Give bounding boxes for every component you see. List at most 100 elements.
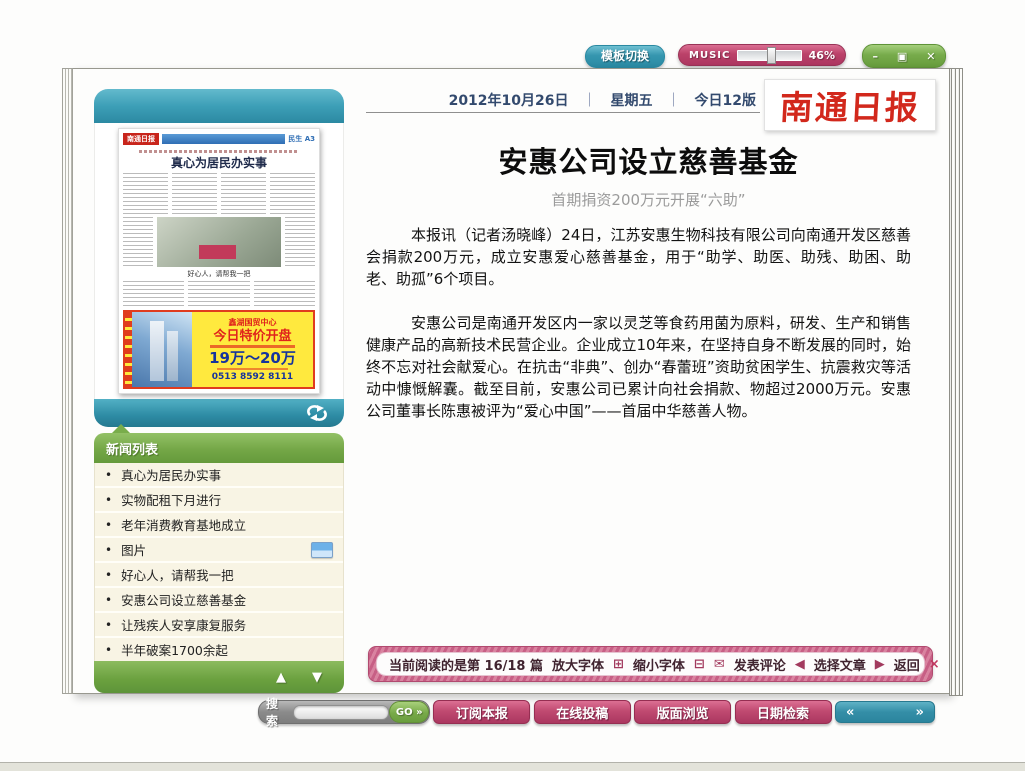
news-item[interactable]: • 半年破案1700余起 xyxy=(95,638,343,661)
bullet-icon: • xyxy=(105,518,112,532)
bullet-icon: • xyxy=(105,493,112,507)
refresh-icon[interactable] xyxy=(304,404,330,422)
ad-rule-2 xyxy=(217,368,287,370)
preview-body: 南通日报 民生 A3 真心为居民办实事 好心人，请帮我一把 xyxy=(94,123,344,399)
article-title: 安惠公司设立慈善基金 xyxy=(366,139,931,181)
news-item[interactable]: • 老年消费教育基地成立 xyxy=(95,513,343,538)
edition-text: 今日12版 xyxy=(695,90,756,110)
close-article-icon[interactable]: × xyxy=(929,657,940,672)
news-item-label: 老年消费教育基地成立 xyxy=(121,515,246,534)
ad-phone: 0513 8592 8111 xyxy=(212,372,293,382)
reading-progress-label: 当前阅读的是第 16/18 篇 xyxy=(389,655,543,674)
news-item-label: 实物配租下月进行 xyxy=(121,490,221,509)
thumbnail-text-columns-2 xyxy=(123,281,315,306)
zoom-out-icon[interactable]: ⊟ xyxy=(694,657,705,672)
maximize-button[interactable]: ▣ xyxy=(897,50,907,63)
next-article-icon[interactable]: ▶ xyxy=(875,657,885,672)
news-item-photo[interactable]: • 图片 xyxy=(95,538,343,563)
news-item-label: 好心人，请帮我一把 xyxy=(121,565,234,584)
article-area: 2012年10月26日 ｜ 星期五 ｜ 今日12版 南通日报 安惠公司设立慈善基… xyxy=(366,87,931,444)
reading-toolbar-inner: 当前阅读的是第 16/18 篇 放大字体 ⊞ 缩小字体 ⊟ ✉ 发表评论 ◀ 选… xyxy=(376,652,925,676)
news-item[interactable]: • 真心为居民办实事 xyxy=(95,463,343,488)
news-item[interactable]: • 让残疾人安享康复服务 xyxy=(95,613,343,638)
search-input[interactable] xyxy=(293,705,389,720)
bullet-icon: • xyxy=(105,593,112,607)
news-item-label: 安惠公司设立慈善基金 xyxy=(121,590,246,609)
preview-footer-bar xyxy=(94,399,344,427)
photo-icon xyxy=(311,542,333,558)
subscribe-button[interactable]: 订阅本报 xyxy=(433,700,530,724)
music-label: MUSIC xyxy=(689,50,730,61)
date-bar: 2012年10月26日 ｜ 星期五 ｜ 今日12版 xyxy=(366,87,760,113)
window-controls: – ▣ ✕ xyxy=(862,44,946,68)
thumbnail-header-bar xyxy=(162,134,285,144)
select-article-button[interactable]: 选择文章 xyxy=(814,655,866,674)
zoom-in-icon[interactable]: ⊞ xyxy=(613,657,624,672)
news-list-title: 新闻列表 xyxy=(94,433,344,463)
music-slider-track[interactable] xyxy=(737,50,801,61)
music-slider-thumb[interactable] xyxy=(767,47,776,64)
zoom-out-button[interactable]: 缩小字体 xyxy=(633,655,685,674)
bottom-edge-bar xyxy=(0,762,1025,771)
bottom-toolbar: 搜索 GO » 订阅本报 在线投稿 版面浏览 日期检索 « » xyxy=(258,700,935,724)
newspaper-thumbnail[interactable]: 南通日报 民生 A3 真心为居民办实事 好心人，请帮我一把 xyxy=(118,128,320,394)
news-item-label: 真心为居民办实事 xyxy=(121,465,221,484)
scroll-up-icon[interactable]: ▲ xyxy=(276,670,286,685)
bullet-icon: • xyxy=(105,543,112,557)
online-submission-button[interactable]: 在线投稿 xyxy=(534,700,631,724)
template-switch-button[interactable]: 模板切换 xyxy=(585,45,665,68)
page-nav-control: « » xyxy=(835,701,935,723)
news-list-footer: ▲ ▼ xyxy=(94,661,344,693)
ad-name: 鑫湖国贸中心 xyxy=(229,317,277,328)
article-body: 本报讯（记者汤晓峰）24日，江苏安惠生物科技有限公司向南通开发区慈善会捐款200… xyxy=(366,224,931,422)
thumbnail-section-label: 民生 A3 xyxy=(288,134,315,144)
separator: ｜ xyxy=(583,90,597,110)
thumbnail-caption: 好心人，请帮我一把 xyxy=(123,270,315,278)
date-text: 2012年10月26日 xyxy=(449,90,569,110)
news-list: • 真心为居民办实事 • 实物配租下月进行 • 老年消费教育基地成立 • 图片 xyxy=(94,463,344,661)
weekday-text: 星期五 xyxy=(611,90,653,110)
scroll-down-icon[interactable]: ▼ xyxy=(312,670,322,685)
bullet-icon: • xyxy=(105,568,112,582)
thumbnail-headline: 真心为居民办实事 xyxy=(123,156,315,170)
panel-pointer-icon xyxy=(112,424,130,433)
thumbnail-kicker-line xyxy=(139,150,299,154)
next-page-icon[interactable]: » xyxy=(916,705,924,720)
reader-window: 南通日报 民生 A3 真心为居民办实事 好心人，请帮我一把 xyxy=(72,68,950,694)
ad-rule xyxy=(210,345,294,348)
post-comment-button[interactable]: 发表评论 xyxy=(734,655,786,674)
previous-article-icon[interactable]: ◀ xyxy=(795,657,805,672)
news-item-label: 让残疾人安享康复服务 xyxy=(121,615,246,634)
separator: ｜ xyxy=(667,90,681,110)
bullet-icon: • xyxy=(105,643,112,657)
page-browse-button[interactable]: 版面浏览 xyxy=(634,700,731,724)
ad-building-photo xyxy=(132,312,192,387)
news-item[interactable]: • 实物配租下月进行 xyxy=(95,488,343,513)
news-list-panel: 新闻列表 • 真心为居民办实事 • 实物配租下月进行 • 老年消费教育基地成立 … xyxy=(94,433,344,693)
news-item-current[interactable]: • 安惠公司设立慈善基金 xyxy=(95,588,343,613)
minimize-button[interactable]: – xyxy=(872,50,878,63)
thumbnail-photo-row xyxy=(123,217,315,267)
music-volume-value: 46% xyxy=(809,49,835,62)
ad-slogan: 今日特价开盘 xyxy=(213,330,291,343)
thumbnail-advertisement: 鑫湖国贸中心 今日特价开盘 19万～20万 0513 8592 8111 xyxy=(123,310,315,389)
back-button[interactable]: 返回 xyxy=(894,655,920,674)
zoom-in-button[interactable]: 放大字体 xyxy=(552,655,604,674)
newspaper-logo: 南通日报 xyxy=(764,79,936,131)
envelope-icon[interactable]: ✉ xyxy=(714,657,725,672)
search-go-button[interactable]: GO » xyxy=(389,701,429,723)
article-paragraph: 本报讯（记者汤晓峰）24日，江苏安惠生物科技有限公司向南通开发区慈善会捐款200… xyxy=(366,224,911,290)
close-button[interactable]: ✕ xyxy=(926,50,935,63)
thumbnail-text-columns xyxy=(123,173,315,214)
bullet-icon: • xyxy=(105,468,112,482)
date-search-button[interactable]: 日期检索 xyxy=(735,700,832,724)
prev-page-icon[interactable]: « xyxy=(846,705,854,720)
article-subtitle: 首期捐资200万元开展“六助” xyxy=(366,189,931,210)
news-item[interactable]: • 好心人，请帮我一把 xyxy=(95,563,343,588)
ad-text-block: 鑫湖国贸中心 今日特价开盘 19万～20万 0513 8592 8111 xyxy=(192,312,313,387)
bullet-icon: • xyxy=(105,618,112,632)
music-volume-control[interactable]: MUSIC 46% xyxy=(678,44,846,66)
news-item-label: 图片 xyxy=(121,540,146,559)
search-bar: 搜索 GO » xyxy=(258,700,430,724)
article-paragraph: 安惠公司是南通开发区内一家以灵芝等食药用菌为原料，研发、生产和销售健康产品的高新… xyxy=(366,312,911,422)
